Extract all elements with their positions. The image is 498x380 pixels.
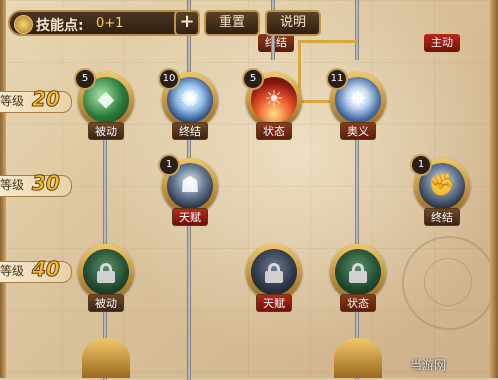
- skill-type-tag: 被动: [88, 294, 124, 312]
- skill-node-r2c2[interactable]: ☗ 1 天赋: [158, 154, 218, 226]
- skill-type-tag: 天赋: [256, 294, 292, 312]
- level-number: 20: [32, 87, 61, 112]
- skill-level-count: 11: [326, 68, 348, 90]
- lock-icon: [97, 263, 115, 283]
- skill-level-count: 1: [158, 154, 180, 176]
- locked-skill-icon: [335, 249, 381, 295]
- level-number: 40: [32, 257, 61, 282]
- skill-level-count: 10: [158, 68, 180, 90]
- skill-node-r1c1[interactable]: ◆ 5 被动: [74, 68, 134, 140]
- skill-level-count: 5: [74, 68, 96, 90]
- skill-type-tag: 终结: [424, 208, 460, 226]
- help-button[interactable]: 说明: [265, 10, 321, 36]
- skill-node-r1c2[interactable]: ✺ 10 终结: [158, 68, 218, 140]
- skill-points-label: 技能点:: [36, 18, 84, 34]
- skill-node-partial: [334, 338, 382, 378]
- lock-icon: [349, 263, 367, 283]
- reset-button[interactable]: 重置: [204, 10, 260, 36]
- locked-skill-icon: [251, 249, 297, 295]
- level-badge-40: 等级 40: [0, 257, 72, 284]
- skill-node-r3c4[interactable]: 状态: [330, 244, 386, 312]
- partial-tag-top-right: 主动: [424, 34, 460, 52]
- skill-points-box: 技能点: 0+1: [8, 10, 200, 36]
- skill-points-value: 0+1: [96, 16, 124, 31]
- level-badge-30: 等级 30: [0, 171, 72, 198]
- watermark-text: 当游网: [410, 358, 447, 372]
- level-label: 等级: [0, 178, 25, 192]
- skill-node-r3c1[interactable]: 被动: [78, 244, 134, 312]
- top-bar: 技能点: 0+1 + 重置 说明: [8, 10, 408, 38]
- level-number: 30: [32, 171, 61, 196]
- frame-right: [490, 0, 498, 378]
- level-label: 等级: [0, 264, 25, 278]
- skill-type-tag: 奥义: [340, 122, 376, 140]
- level-badge-20: 等级 20: [0, 87, 72, 114]
- skill-type-tag: 终结: [172, 122, 208, 140]
- skill-node-r3c3[interactable]: 天赋: [246, 244, 302, 312]
- skill-type-tag: 状态: [256, 122, 292, 140]
- skill-node-r2c5[interactable]: ✊ 1 终结: [410, 154, 470, 226]
- add-points-button[interactable]: +: [174, 10, 200, 36]
- link-r1c3-r1c4: [298, 100, 330, 103]
- skill-point-icon: [14, 15, 33, 34]
- compass-rose: [402, 236, 496, 330]
- skill-level-count: 1: [410, 154, 432, 176]
- skill-type-tag: 天赋: [172, 208, 208, 226]
- level-label: 等级: [0, 94, 25, 108]
- skill-node-r1c4[interactable]: ✸ 11 奥义: [326, 68, 386, 140]
- skill-level-count: 5: [242, 68, 264, 90]
- link-top-gold-h: [298, 40, 358, 43]
- skill-tree-panel: 终结 主动 技能点: 0+1 + 重置 说明 等级 20 等级 30 等级 40…: [0, 0, 498, 380]
- skill-node-r1c3[interactable]: ☀ 5 状态: [242, 68, 302, 140]
- skill-node-partial: [82, 338, 130, 378]
- skill-type-tag: 状态: [340, 294, 376, 312]
- locked-skill-icon: [83, 249, 129, 295]
- lock-icon: [265, 263, 283, 283]
- skill-type-tag: 被动: [88, 122, 124, 140]
